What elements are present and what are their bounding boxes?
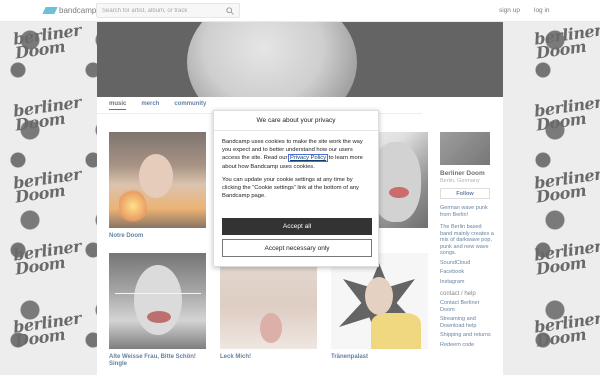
accept-necessary-button[interactable]: Accept necessary only <box>222 239 372 257</box>
accept-all-button[interactable]: Accept all <box>222 218 372 235</box>
cookie-paragraph-2: You can update your cookie settings at a… <box>222 176 359 200</box>
privacy-policy-link[interactable]: Privacy Policy <box>288 154 329 163</box>
dialog-title: We care about your privacy <box>214 111 378 131</box>
dialog-body: Bandcamp uses cookies to make the site w… <box>214 131 378 200</box>
cookie-consent-dialog: We care about your privacy Bandcamp uses… <box>213 110 379 267</box>
cookie-paragraph-1: Bandcamp uses cookies to make the site w… <box>222 139 363 170</box>
